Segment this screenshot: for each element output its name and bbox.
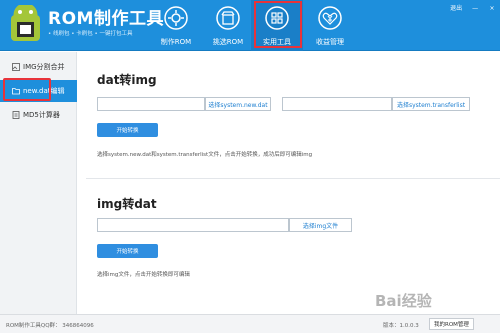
grid-icon — [265, 6, 289, 30]
nav-utility-tools[interactable]: 实用工具 — [251, 0, 303, 51]
sidebar-item-md5[interactable]: MD5计算器 — [0, 104, 77, 126]
minimize-button[interactable]: — — [471, 5, 479, 12]
document-icon — [12, 111, 20, 119]
dat-to-img-title: dat转img — [97, 73, 157, 87]
window-controls: 退出 — × — [443, 3, 496, 12]
select-dat-button[interactable]: 选择system.new.dat — [205, 97, 271, 111]
logout-link[interactable]: 退出 — [450, 5, 462, 12]
select-transferlist-button[interactable]: 选择system.transferlist — [392, 97, 470, 111]
sidebar-item-label: MD5计算器 — [23, 111, 60, 119]
section-divider — [86, 178, 500, 179]
qq-group-text: ROM制作工具QQ群： 346864096 — [6, 323, 94, 329]
watermark: Bai经验 — [375, 292, 432, 310]
nav-make-rom-label: 制作ROM — [160, 38, 192, 46]
dat-path-input[interactable] — [97, 97, 205, 111]
nav-utility-tools-label: 实用工具 — [263, 38, 291, 46]
image-icon — [12, 63, 20, 71]
start-convert-button[interactable]: 开始转换 — [97, 123, 158, 137]
store-icon — [216, 6, 240, 30]
close-button[interactable]: × — [488, 5, 496, 12]
app-window: ROM制作工具 • 线刷包 • 卡刷包 • 一键打包工具 制作ROM 挑选ROM — [0, 0, 500, 333]
my-rom-manage-button[interactable]: 我的ROM管理 — [429, 318, 474, 330]
sidebar-item-label: IMG分割合并 — [23, 63, 65, 71]
gear-icon — [164, 6, 188, 30]
img-to-dat-hint: 选择img文件，点击开始转换即可编辑 — [97, 272, 190, 278]
android-logo — [11, 5, 40, 41]
select-img-button[interactable]: 选择img文件 — [289, 218, 352, 232]
nav-earnings[interactable]: 收益管理 — [304, 0, 356, 51]
app-subtitle: • 线刷包 • 卡刷包 • 一键打包工具 — [48, 31, 133, 37]
status-bar: ROM制作工具QQ群： 346864096 版本：1.0.0.3 我的ROM管理 — [0, 314, 500, 333]
sidebar-highlight-box — [3, 78, 51, 101]
sidebar: IMG分割合并 new.dat编辑 MD5计算器 — [0, 52, 77, 314]
img-to-dat-title: img转dat — [97, 197, 157, 211]
nav-make-rom[interactable]: 制作ROM — [150, 0, 202, 51]
img-path-input[interactable] — [97, 218, 289, 232]
nav-earnings-label: 收益管理 — [316, 38, 344, 46]
app-title: ROM制作工具 — [48, 9, 164, 29]
start-convert-button[interactable]: 开始转换 — [97, 244, 158, 258]
header-bar: ROM制作工具 • 线刷包 • 卡刷包 • 一键打包工具 制作ROM 挑选ROM — [0, 0, 500, 51]
nav-pick-rom-label: 挑选ROM — [212, 38, 244, 46]
dat-to-img-hint: 选择system.new.dat和system.transferlist文件，点… — [97, 152, 313, 158]
nav-pick-rom[interactable]: 挑选ROM — [202, 0, 254, 51]
version-text: 版本：1.0.0.3 — [383, 323, 419, 329]
sidebar-item-img-split[interactable]: IMG分割合并 — [0, 56, 77, 78]
transferlist-path-input[interactable] — [282, 97, 392, 111]
yen-heart-icon — [318, 6, 342, 30]
